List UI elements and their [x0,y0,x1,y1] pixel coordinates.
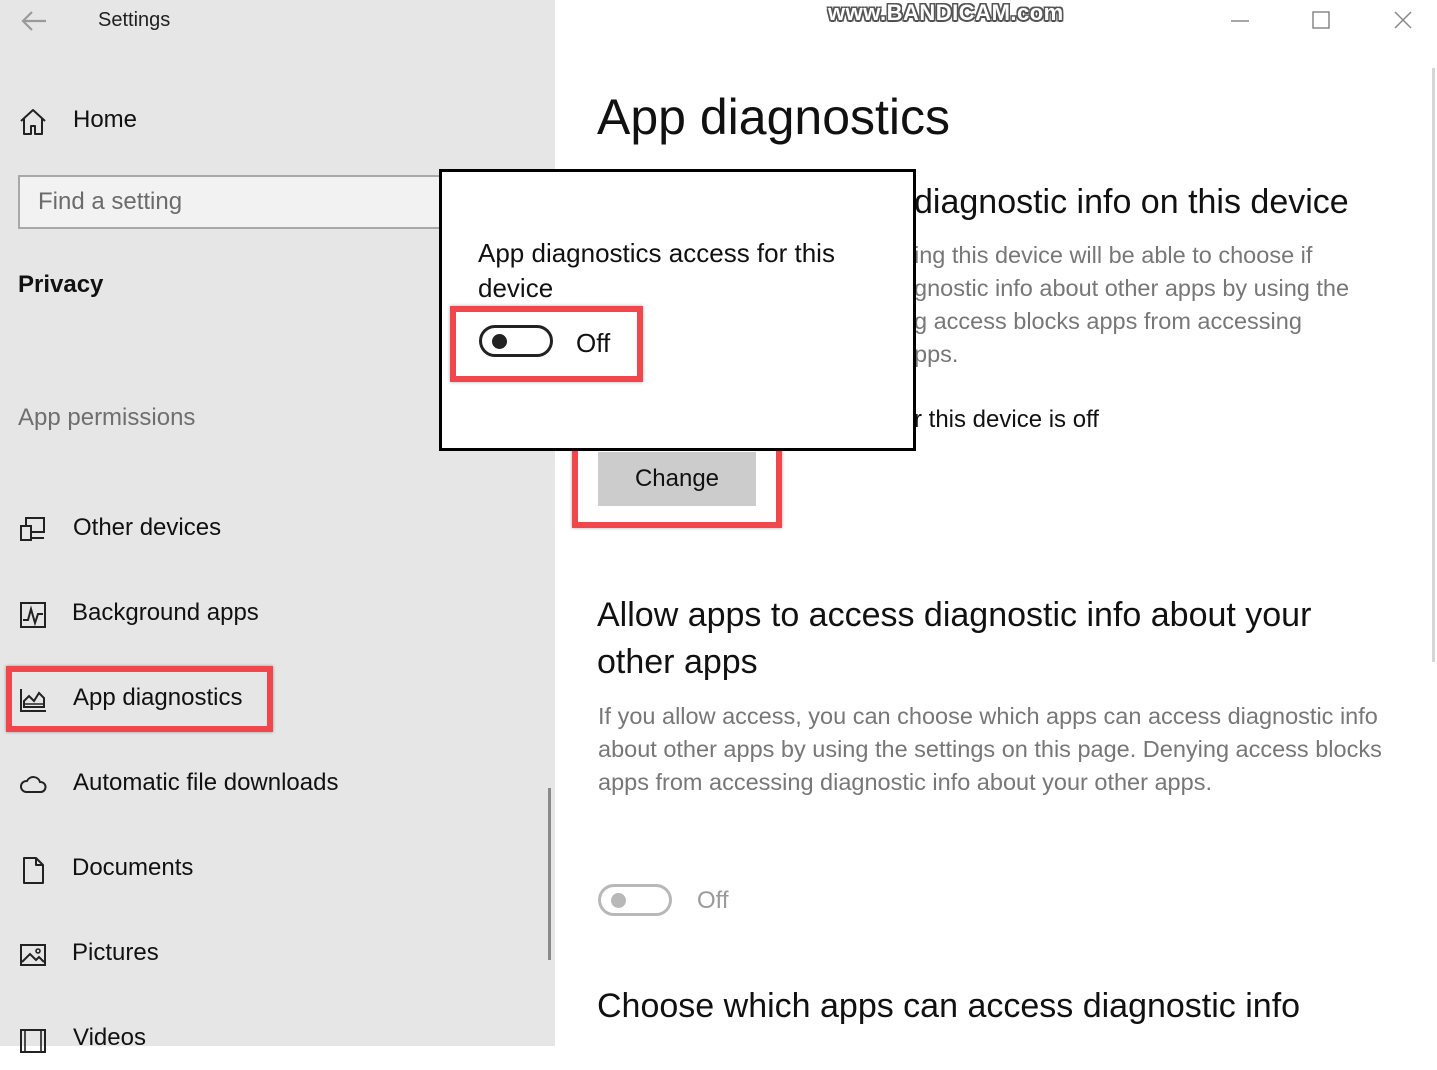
home-icon [20,109,46,135]
sidebar: Settings Home Privacy App permissions Ot… [0,0,555,1053]
minimize-button[interactable] [1210,0,1270,40]
sidebar-item-label: Pictures [72,939,159,966]
pictures-icon [20,944,46,966]
toggle-knob [611,893,626,908]
videos-icon [20,1029,46,1053]
sidebar-item-other-devices[interactable]: Other devices [0,500,555,560]
sidebar-item-documents[interactable]: Documents [0,840,555,900]
sidebar-item-label: Documents [72,854,194,881]
desc-line: ing this device will be able to choose i… [914,242,1313,268]
desc-line: gnostic info about other apps by using t… [914,275,1350,301]
sidebar-item-home[interactable]: Home [0,92,555,152]
sidebar-scrollbar[interactable] [548,788,551,960]
sidebar-item-label: Videos [73,1024,146,1051]
device-access-status: r this device is off [914,406,1099,433]
section2-title: Allow apps to access diagnostic info abo… [597,596,1312,681]
search-box[interactable] [18,175,458,229]
app-title: Settings [98,9,171,31]
popup-title: App diagnostics access for this device [478,238,835,303]
document-icon [23,857,44,884]
back-button[interactable] [18,6,50,36]
page-title: App diagnostics [597,89,951,145]
cloud-icon [20,776,47,793]
section1-title: diagnostic info on this device [914,183,1349,221]
main-scrollbar[interactable] [1432,68,1435,662]
device-access-popup: App diagnostics access for this device O… [439,169,916,451]
background-apps-icon [20,602,46,628]
sidebar-item-videos[interactable]: Videos [0,1010,555,1070]
sidebar-item-label: Other devices [73,514,222,541]
watermark: www.BANDICAM.com [828,0,1064,25]
search-input[interactable] [20,177,456,227]
section-title: Privacy [18,271,104,298]
sidebar-item-pictures[interactable]: Pictures [0,925,555,985]
sidebar-item-label: Home [73,106,138,133]
other-devices-icon [20,517,45,541]
back-arrow-icon [21,11,46,31]
section2-description: If you allow access, you can choose whic… [598,703,1382,795]
section3-title: Choose which apps can access diagnostic … [597,987,1301,1025]
desc-line: g access blocks apps from accessing [914,308,1302,334]
section1-description: ing this device will be able to choose i… [914,239,1349,371]
subsection-label: App permissions [18,404,196,431]
close-button[interactable] [1373,0,1433,40]
highlight-box-toggle [450,306,643,382]
desc-line: pps. [914,341,959,367]
allow-apps-toggle[interactable] [598,884,672,916]
maximize-button[interactable] [1292,0,1352,40]
sidebar-item-label: Automatic file downloads [73,769,339,796]
highlight-box-app-diagnostics [6,666,273,732]
sidebar-item-background-apps[interactable]: Background apps [0,585,555,645]
minimize-icon [1231,20,1249,22]
close-icon [1394,11,1412,29]
sidebar-item-automatic-file-downloads[interactable]: Automatic file downloads [0,755,555,815]
maximize-icon [1312,11,1330,29]
sidebar-item-label: Background apps [72,599,259,626]
main-content: App diagnostics diagnostic info on this … [555,0,1437,1046]
allow-apps-toggle-label: Off [697,887,729,914]
